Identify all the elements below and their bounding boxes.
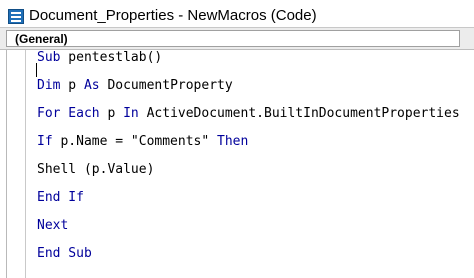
keyword: As bbox=[83, 78, 100, 93]
keyword: End If bbox=[37, 190, 84, 205]
code-line-6[interactable]: End If bbox=[37, 190, 84, 206]
keyword: Dim bbox=[37, 78, 61, 93]
code-text: Shell (p.Value) bbox=[37, 162, 155, 177]
window-title: Document_Properties - NewMacros (Code) bbox=[29, 7, 317, 24]
code-line-5[interactable]: Shell (p.Value) bbox=[37, 162, 154, 178]
code-text: p.Name = "Comments" bbox=[52, 134, 218, 149]
margin-indicator-bar[interactable] bbox=[6, 50, 26, 278]
keyword: Next bbox=[37, 218, 69, 233]
code-editor[interactable]: Sub pentestlab() Dim p As DocumentProper… bbox=[0, 50, 474, 278]
code-line-4[interactable]: If p.Name = "Comments" Then bbox=[37, 134, 248, 150]
keyword: Then bbox=[217, 134, 249, 149]
keyword: In bbox=[123, 106, 139, 121]
code-text: p bbox=[60, 78, 84, 93]
code-line-1[interactable]: Sub pentestlab() bbox=[37, 50, 162, 66]
code-text: pentestlab() bbox=[60, 50, 163, 65]
code-window-icon bbox=[8, 9, 24, 24]
code-line-8[interactable]: End Sub bbox=[37, 246, 92, 262]
code-text: ActiveDocument.BuiltInDocumentProperties bbox=[138, 106, 460, 121]
object-dropdown-value: (General) bbox=[15, 32, 68, 46]
code-line-2[interactable]: Dim p As DocumentProperty bbox=[37, 78, 233, 94]
code-line-7[interactable]: Next bbox=[37, 218, 68, 234]
keyword: For Each bbox=[37, 106, 100, 121]
code-line-3[interactable]: For Each p In ActiveDocument.BuiltInDocu… bbox=[37, 106, 460, 122]
window-titlebar: Document_Properties - NewMacros (Code) bbox=[0, 0, 474, 27]
object-dropdown[interactable]: (General) bbox=[6, 30, 460, 47]
code-text: DocumentProperty bbox=[99, 78, 233, 93]
keyword: If bbox=[37, 134, 53, 149]
code-text: p bbox=[99, 106, 124, 121]
code-window-toolbar: (General) bbox=[0, 27, 474, 50]
keyword: Sub bbox=[37, 50, 61, 65]
keyword: End Sub bbox=[37, 246, 92, 261]
